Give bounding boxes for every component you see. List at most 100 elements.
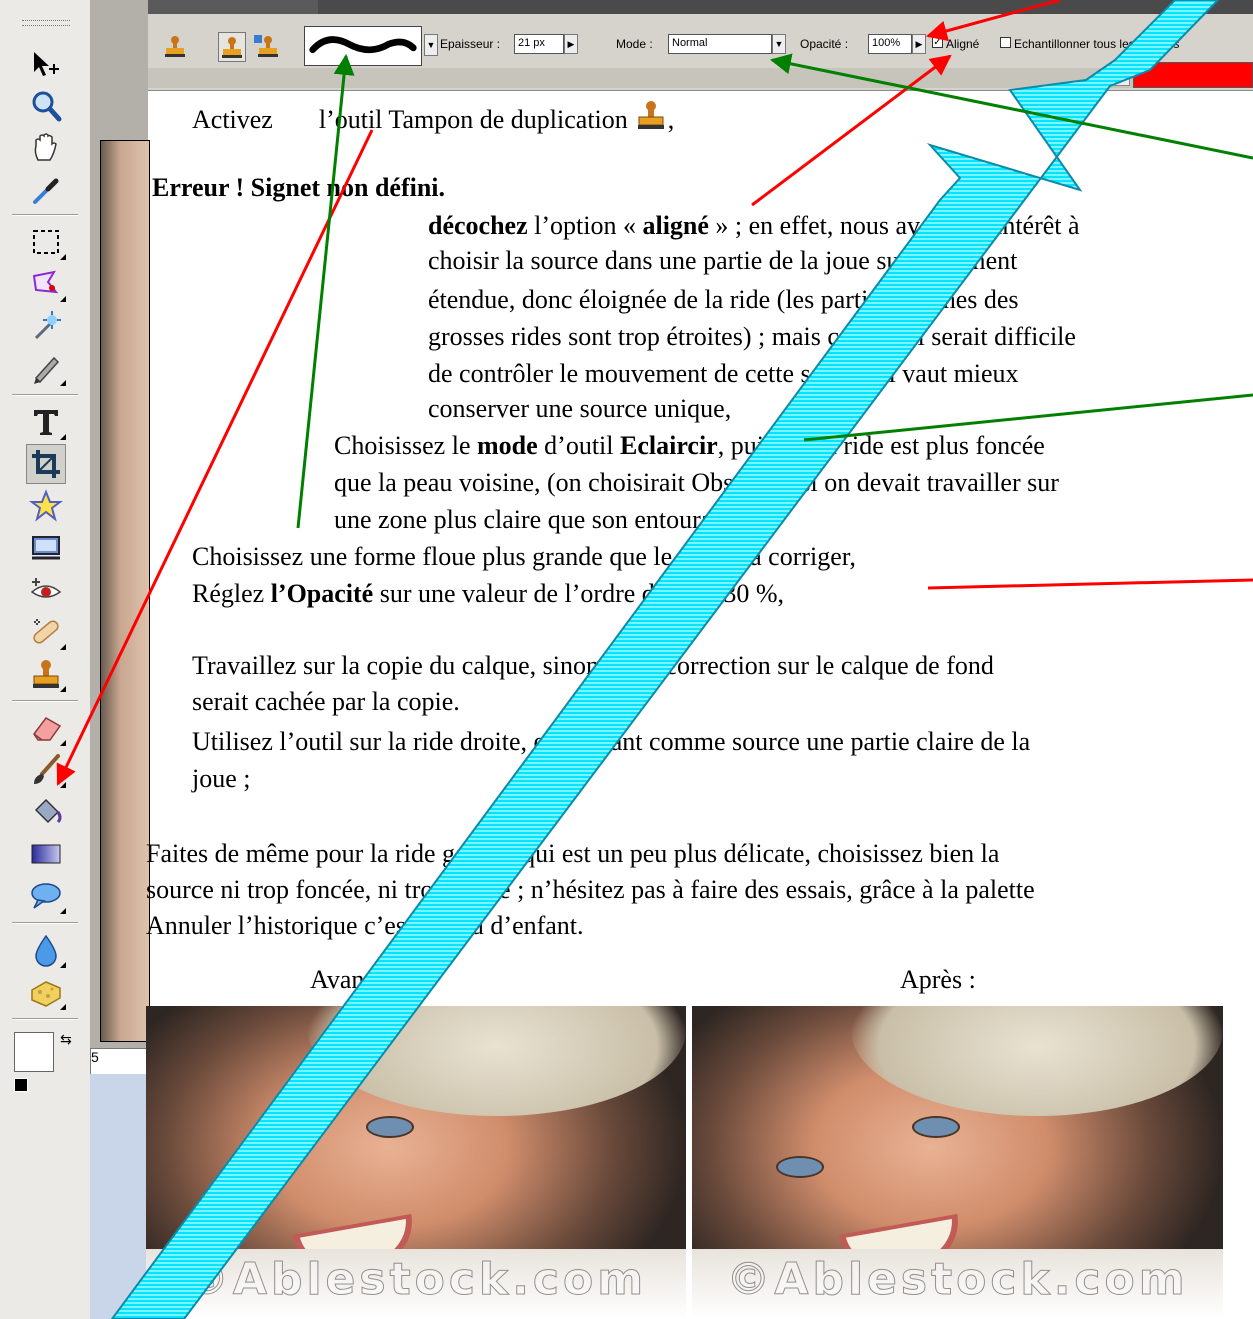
before-label: Avant : xyxy=(310,965,386,994)
zoom-tool-icon[interactable] xyxy=(26,86,66,126)
hand-tool-icon[interactable] xyxy=(26,128,66,168)
bold-eclaircir: Eclaircir xyxy=(620,431,718,460)
brush-dropdown-arrow[interactable]: ▼ xyxy=(424,34,438,56)
mode-paragraph-line2: que la peau voisine, (on choisirait Obsc… xyxy=(334,468,1059,497)
bold-aligne: aligné xyxy=(642,211,709,240)
brush-preview[interactable] xyxy=(304,26,422,66)
pattern-stamp-option-button[interactable] xyxy=(252,32,278,60)
aligned-label: Aligné xyxy=(946,37,980,51)
mode-label: Mode : xyxy=(616,37,653,51)
options-row: ▼ Epaisseur : 21 px ▶ Mode : Normal ▼ Op… xyxy=(148,26,1253,66)
copy-paragraph-line1: Travaillez sur la copie du calque, sinon… xyxy=(192,651,994,680)
gradient-tool-icon[interactable] xyxy=(26,834,66,874)
foreground-color-swatch[interactable] xyxy=(14,1032,54,1072)
toolbox-grip[interactable] xyxy=(22,20,70,26)
swap-colors-icon[interactable]: ⇆ xyxy=(60,1032,72,1048)
document-canvas-edge xyxy=(100,140,150,1042)
healing-brush-tool-icon[interactable] xyxy=(26,612,66,652)
red-eye-tool-icon[interactable] xyxy=(26,570,66,610)
aligned-paragraph-line3: étendue, donc éloignée de la ride (les p… xyxy=(428,285,1019,314)
text-reglez: Réglez xyxy=(192,579,271,608)
options-bar: ▼ Epaisseur : 21 px ▶ Mode : Normal ▼ Op… xyxy=(148,0,1253,91)
color-swatches[interactable]: ⇆ xyxy=(14,1032,78,1096)
aligned-paragraph-line6: conserver une source unique, xyxy=(428,394,732,423)
color-swatch-red xyxy=(1133,62,1253,88)
pencil-tool-icon[interactable] xyxy=(26,348,66,388)
zoom-field[interactable]: 5 xyxy=(90,1048,150,1076)
speech-bubble-tool-icon[interactable] xyxy=(26,876,66,916)
type-tool-icon[interactable] xyxy=(26,402,66,442)
aligned-checkbox[interactable]: ✓ xyxy=(932,37,943,48)
size-field[interactable]: 21 px xyxy=(514,34,564,54)
bold-opacite: l’Opacité xyxy=(270,579,374,608)
tool-preset-button[interactable] xyxy=(162,32,188,60)
photo-hair xyxy=(308,1006,686,1116)
marquee-tool-icon[interactable] xyxy=(26,222,66,262)
brush-stroke-icon xyxy=(309,36,417,54)
text-activez: Activez xyxy=(192,105,273,134)
red-line-opacity xyxy=(927,578,1253,590)
panel-scroll-button[interactable] xyxy=(1114,70,1130,86)
sample-all-layers-checkbox[interactable] xyxy=(1000,37,1011,48)
watermark-before: ©Ablestock.com xyxy=(184,1254,648,1306)
clone-stamp-inline-icon xyxy=(637,101,664,129)
left-paragraph-line2: source ni trop foncée, ni trop claire ; … xyxy=(146,875,1035,904)
eraser-tool-icon[interactable] xyxy=(26,708,66,748)
crop-tool-icon[interactable] xyxy=(26,444,66,484)
text-en-effet: » ; en effet, nous avons ici intérêt à xyxy=(708,211,1080,240)
photo-eye-left xyxy=(230,1156,278,1178)
text-option: l’option « xyxy=(527,211,643,240)
custom-shape-tool-icon[interactable] xyxy=(26,486,66,526)
photo-before: ©Ablestock.com xyxy=(146,1006,686,1319)
size-slider-arrow[interactable]: ▶ xyxy=(564,34,578,54)
brush-tool-icon[interactable] xyxy=(26,750,66,790)
use-paragraph-line2: joue ; xyxy=(192,764,251,793)
text-doutil: d’outil xyxy=(537,431,621,460)
bold-mode: mode xyxy=(477,431,538,460)
blur-tool-icon[interactable] xyxy=(26,930,66,970)
photo-hair xyxy=(851,1006,1223,1116)
aligned-paragraph-line2: choisir la source dans une partie de la … xyxy=(428,246,1018,275)
size-label: Epaisseur : xyxy=(440,37,501,51)
sponge-tool-icon[interactable] xyxy=(26,972,66,1012)
lower-panel xyxy=(90,1074,148,1319)
aligned-paragraph-line4: grosses rides sont trop étroites) ; mais… xyxy=(428,322,1076,351)
text-puisque: , puisque la ride est plus foncée xyxy=(717,431,1045,460)
aligned-paragraph-line1: décochez l’option « aligné » ; en effet,… xyxy=(428,210,1080,242)
magic-wand-tool-icon[interactable] xyxy=(26,306,66,346)
left-paragraph-line3: Annuler l’historique c’est un jeu d’enfa… xyxy=(146,911,584,940)
mode-paragraph-line3: une zone plus claire que son entourage), xyxy=(334,505,753,534)
aligned-check-mark: ✓ xyxy=(933,37,942,48)
mode-select[interactable]: Normal xyxy=(668,34,772,54)
default-colors-icon[interactable] xyxy=(14,1078,28,1092)
bold-decochez: décochez xyxy=(428,211,528,240)
text-valeur: sur une valeur de l’ordre de 20 à 30 %, xyxy=(373,579,785,608)
options-bar-bottom xyxy=(148,68,1253,88)
watermark-after: ©Ablestock.com xyxy=(726,1254,1189,1306)
sample-all-layers-label: Echantillonner tous les calques xyxy=(1014,37,1180,51)
cookie-cutter-tool-icon[interactable] xyxy=(26,528,66,568)
mode-dropdown-arrow[interactable]: ▼ xyxy=(772,34,786,54)
move-tool-icon[interactable] xyxy=(26,44,66,84)
clone-stamp-option-button[interactable] xyxy=(218,32,246,62)
text-tool-clone-stamp: l’outil Tampon de duplication xyxy=(318,105,628,134)
shape-line: Choisissez une forme floue plus grande q… xyxy=(192,542,856,571)
photo-eye-left xyxy=(776,1156,824,1178)
lasso-tool-icon[interactable] xyxy=(26,264,66,304)
copy-paragraph-line2: serait cachée par la copie. xyxy=(192,687,460,716)
palette-tab[interactable] xyxy=(148,0,318,14)
opacity-field[interactable]: 100% xyxy=(868,34,912,54)
opacity-slider-arrow[interactable]: ▶ xyxy=(912,34,926,54)
clone-stamp-tool-icon[interactable] xyxy=(26,654,66,694)
eyedropper-tool-icon[interactable] xyxy=(26,170,66,210)
opacity-label: Opacité : xyxy=(800,37,849,51)
paint-bucket-tool-icon[interactable] xyxy=(26,792,66,832)
after-label: Après : xyxy=(900,965,976,994)
photo-eye-right xyxy=(912,1116,960,1138)
zoom-field-value: 5 xyxy=(91,1049,99,1065)
photo-eye-right xyxy=(366,1116,414,1138)
opacity-line: Réglez l’Opacité sur une valeur de l’ord… xyxy=(192,578,784,610)
toolbox-panel: ⇆ xyxy=(0,0,91,1319)
text-choisissez-le: Choisissez le xyxy=(334,431,477,460)
mode-paragraph-line1: Choisissez le mode d’outil Eclaircir, pu… xyxy=(334,430,1045,462)
